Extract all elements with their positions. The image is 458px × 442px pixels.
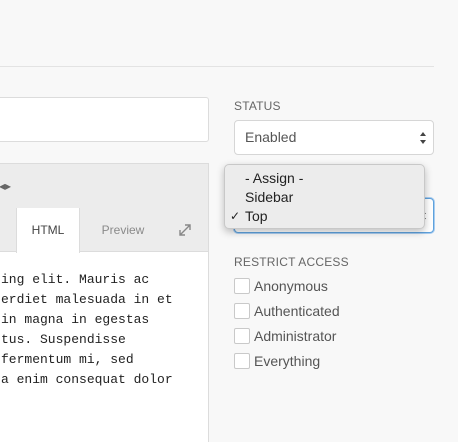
title-input[interactable] <box>0 97 209 142</box>
header-divider <box>0 66 434 67</box>
status-label: STATUS <box>234 99 281 113</box>
code-line: erdiet malesuada in et <box>1 292 173 307</box>
content-editor: ◂▸ HTML Preview ing elit. Mauris ac erdie… <box>0 163 209 442</box>
restrict-access-label: RESTRICT ACCESS <box>234 255 349 269</box>
code-line: a enim consequat dolor <box>1 372 173 387</box>
checkbox-label: Authenticated <box>254 303 340 319</box>
position-dropdown-menu: - Assign - Sidebar ✓ Top <box>224 164 425 229</box>
checkbox[interactable] <box>234 303 250 319</box>
status-select[interactable]: Enabled <box>234 120 434 155</box>
checkbox[interactable] <box>234 353 250 369</box>
checkbox-label: Everything <box>254 353 321 369</box>
code-line: ing elit. Mauris ac <box>1 272 150 287</box>
editor-toolbar: ◂▸ <box>0 164 208 208</box>
checkbox-label: Anonymous <box>254 278 328 294</box>
status-value: Enabled <box>245 129 297 145</box>
select-arrows-icon <box>420 132 426 144</box>
checkbox[interactable] <box>234 328 250 344</box>
dropdown-option-assign[interactable]: - Assign - <box>225 169 424 188</box>
code-area[interactable]: ing elit. Mauris ac erdiet malesuada in e… <box>1 270 173 390</box>
dropdown-option-top[interactable]: ✓ Top <box>225 207 424 226</box>
code-line: in magna in egestas <box>1 312 150 327</box>
tab-html[interactable]: HTML <box>16 208 80 253</box>
checkbox-label: Administrator <box>254 328 337 344</box>
tab-preview[interactable]: Preview <box>91 208 155 253</box>
checkbox[interactable] <box>234 278 250 294</box>
page: ◂▸ HTML Preview ing elit. Mauris ac erdie… <box>0 0 458 442</box>
checkmark-icon: ✓ <box>230 209 241 223</box>
code-line: fermentum mi, sed <box>1 352 134 367</box>
expand-icon[interactable] <box>178 223 192 237</box>
collapse-icon[interactable]: ◂▸ <box>0 180 11 192</box>
dropdown-option-sidebar[interactable]: Sidebar <box>225 188 424 207</box>
editor-tabs: HTML Preview <box>0 208 208 253</box>
code-line: tus. Suspendisse <box>1 332 126 347</box>
